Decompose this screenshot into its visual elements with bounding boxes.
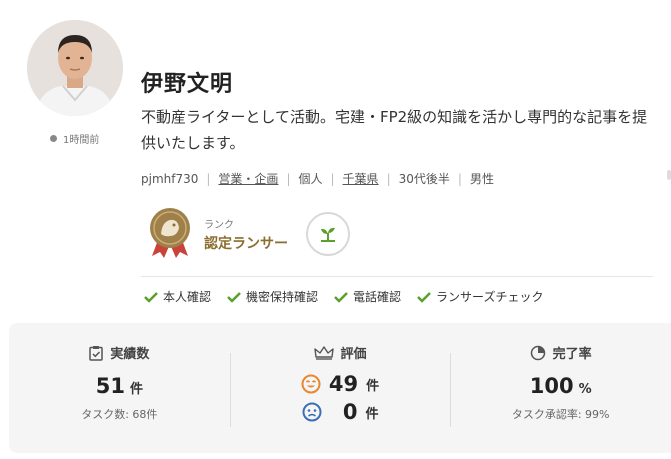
verification-label: 電話確認 [353, 290, 402, 304]
crown-icon [313, 345, 334, 360]
achievements-count: 51 [95, 374, 125, 398]
good-rating-unit: 件 [366, 378, 380, 394]
check-icon [144, 291, 158, 303]
plant-badge-icon[interactable] [306, 212, 350, 256]
check-icon [227, 291, 241, 303]
rank-value: 認定ランサー [204, 235, 288, 252]
achievements-unit: 件 [129, 382, 143, 397]
last-login-text: 1時間前 [63, 135, 100, 146]
last-login-status: 1時間前 [50, 131, 99, 146]
separator: | [457, 171, 462, 186]
verification-list: 本人確認 機密保持確認 電話確認 ランサーズチェック [144, 288, 543, 305]
rank-section: ランク 認定ランサー [144, 206, 350, 262]
verification-item: 本人確認 [144, 288, 211, 305]
rank-label: ランク [204, 219, 234, 231]
check-icon [334, 291, 348, 303]
account-type: 個人 [298, 172, 323, 186]
user-id: pjmhf730 [141, 171, 199, 186]
profile-meta: pjmhf730 | 営業・企画 | 個人 | 千葉県 | 30代後半 | 男性 [141, 170, 494, 187]
separator: | [386, 171, 391, 186]
verification-label: 機密保持確認 [246, 290, 319, 304]
verification-label: ランサーズチェック [436, 290, 544, 304]
scroll-indicator [667, 170, 671, 180]
separator: | [286, 171, 291, 186]
separator: | [330, 171, 335, 186]
location-link[interactable]: 千葉県 [343, 170, 379, 187]
check-icon [417, 291, 431, 303]
completion-rate: 100 [529, 374, 574, 398]
pie-chart-icon [530, 345, 545, 360]
bad-rating-count: 0 [342, 400, 358, 424]
gender: 男性 [469, 172, 494, 186]
stat-title: 完了率 [552, 347, 592, 362]
smile-face-icon [301, 374, 321, 394]
bad-rating-unit: 件 [365, 406, 379, 422]
completion-unit: % [578, 382, 592, 397]
separator: | [206, 171, 211, 186]
verification-item: ランサーズチェック [417, 288, 543, 305]
stat-completion: 完了率 100 % タスク承認率: 99% [450, 323, 671, 453]
divider [141, 276, 653, 277]
avatar[interactable] [27, 20, 123, 116]
task-count: タスク数: 68件 [81, 408, 158, 421]
stat-title: 実績数 [110, 347, 150, 362]
stat-ratings: 評価 49 件 0 件 [229, 323, 451, 453]
bad-rating-row: 0 件 [302, 400, 379, 424]
category-link[interactable]: 営業・企画 [218, 170, 278, 187]
rank-medal-icon[interactable] [144, 206, 196, 262]
stat-title: 評価 [340, 347, 367, 362]
verification-label: 本人確認 [163, 290, 212, 304]
sad-face-icon [302, 402, 321, 422]
clipboard-check-icon [89, 345, 104, 361]
stats-panel: 実績数 51 件 タスク数: 68件 評価 49 件 0 件 完了率 100 %… [9, 323, 671, 453]
status-dot-icon [50, 135, 57, 142]
verification-item: 機密保持確認 [227, 288, 318, 305]
task-approval-rate: タスク承認率: 99% [511, 408, 610, 421]
good-rating-row: 49 件 [301, 372, 379, 396]
profile-name: 伊野文明 [141, 72, 234, 97]
verification-item: 電話確認 [334, 288, 401, 305]
profile-bio: 不動産ライターとして活動。宅建・FP2級の知識を活かし専門的な記事を提供いたしま… [141, 108, 648, 152]
stat-achievements: 実績数 51 件 タスク数: 68件 [9, 323, 230, 453]
good-rating-count: 49 [328, 372, 359, 396]
age-group: 30代後半 [398, 172, 450, 186]
